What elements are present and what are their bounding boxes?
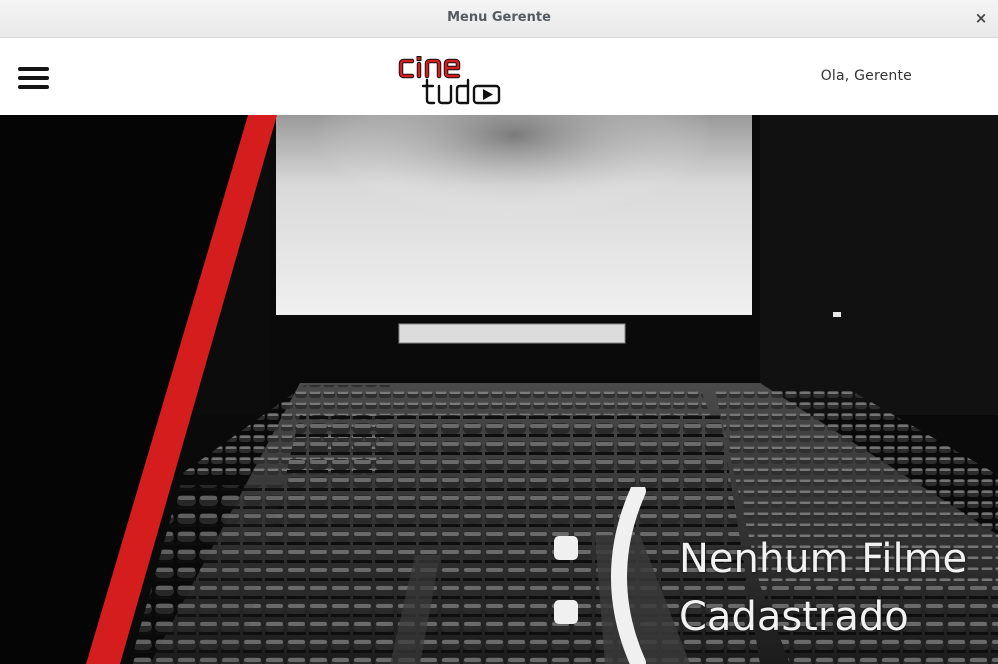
close-icon[interactable]: × [972, 9, 990, 27]
empty-message-line1: Nenhum Filme [679, 536, 968, 582]
hamburger-menu-icon[interactable] [18, 67, 50, 89]
window-titlebar: Menu Gerente × [0, 0, 998, 38]
play-icon [483, 89, 493, 100]
hero-banner: Nenhum Filme Cadastrado [0, 115, 998, 664]
empty-message-line2: Cadastrado [679, 594, 909, 640]
empty-state-message: Nenhum Filme Cadastrado [679, 530, 998, 646]
sad-face-emoticon [548, 487, 668, 664]
window-title: Menu Gerente [447, 10, 551, 25]
cinetudo-logo [398, 56, 501, 105]
user-greeting: Ola, Gerente [820, 68, 912, 84]
app-header: Ola, Gerente [0, 38, 998, 115]
